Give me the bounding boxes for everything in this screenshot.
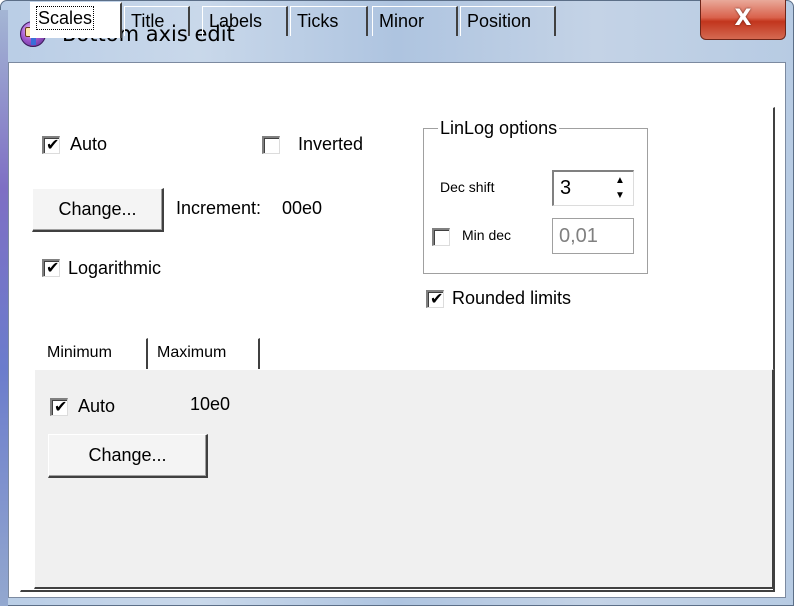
dec-shift-value: 3 <box>560 177 572 199</box>
min-dec-checkbox[interactable] <box>432 228 450 246</box>
tab-labels[interactable]: Labels <box>202 6 288 36</box>
auto-checkmark-icon: ✔ <box>46 135 60 154</box>
tab-ticks[interactable]: Ticks <box>290 6 368 36</box>
tab-position[interactable]: Position <box>460 6 556 36</box>
minimum-value: 10e0 <box>190 394 231 414</box>
auto-label: Auto <box>70 134 108 154</box>
change-increment-button-label: Change... <box>58 199 137 219</box>
rounded-limits-checkmark-icon: ✔ <box>430 289 444 308</box>
tab-maximum[interactable]: Maximum <box>150 338 260 372</box>
min-dec-field[interactable]: 0,01 <box>552 218 634 254</box>
tab-ticks-label: Ticks <box>297 11 339 31</box>
minimum-change-button[interactable]: Change... <box>48 434 208 478</box>
tab-scales[interactable]: Scales <box>30 2 122 38</box>
tab-maximum-label: Maximum <box>157 344 227 361</box>
inverted-checkbox[interactable] <box>262 136 280 154</box>
tab-minor[interactable]: Minor <box>372 6 458 36</box>
inverted-label: Inverted <box>298 134 364 154</box>
spin-up-icon[interactable]: ▲ <box>609 174 631 188</box>
rounded-limits-checkbox[interactable]: ✔ <box>426 289 444 308</box>
dec-shift-spin-buttons: ▲ ▼ <box>609 174 631 203</box>
min-dec-label: Min dec <box>462 227 512 243</box>
app-icon-stem <box>31 37 36 45</box>
increment-value: 00e0 <box>282 198 323 218</box>
tab-position-label: Position <box>467 11 532 31</box>
rounded-limits-label: Rounded limits <box>452 288 572 308</box>
window-left-edge <box>0 10 8 606</box>
logarithmic-checkmark-icon: ✔ <box>46 258 60 277</box>
logarithmic-checkbox[interactable]: ✔ <box>42 258 60 277</box>
close-button[interactable]: X <box>700 0 786 40</box>
minimum-auto-checkbox[interactable]: ✔ <box>50 397 68 416</box>
linlog-options-title: LinLog options <box>438 118 560 139</box>
tab-minimum-label: Minimum <box>47 344 112 361</box>
spin-down-icon[interactable]: ▼ <box>609 189 631 203</box>
tab-labels-label: Labels <box>209 11 263 31</box>
minimum-auto-label: Auto <box>78 396 116 416</box>
tab-minor-label: Minor <box>379 11 425 31</box>
tab-title-label: Title <box>131 11 165 31</box>
minimum-tab-page <box>34 369 774 589</box>
minimum-change-button-label: Change... <box>88 445 167 465</box>
min-dec-value: 0,01 <box>559 225 598 247</box>
minimum-auto-checkmark-icon: ✔ <box>54 397 68 416</box>
increment-label: Increment: <box>176 198 262 218</box>
logarithmic-label: Logarithmic <box>68 258 162 278</box>
tab-title[interactable]: Title <box>124 6 190 36</box>
auto-checkbox[interactable]: ✔ <box>42 135 60 154</box>
dec-shift-spinner[interactable]: 3 ▲ ▼ <box>552 170 634 206</box>
tab-scales-label: Scales <box>35 6 95 30</box>
tab-minimum[interactable]: Minimum <box>40 338 148 372</box>
dec-shift-label: Dec shift <box>440 179 495 195</box>
change-increment-button[interactable]: Change... <box>32 188 164 232</box>
